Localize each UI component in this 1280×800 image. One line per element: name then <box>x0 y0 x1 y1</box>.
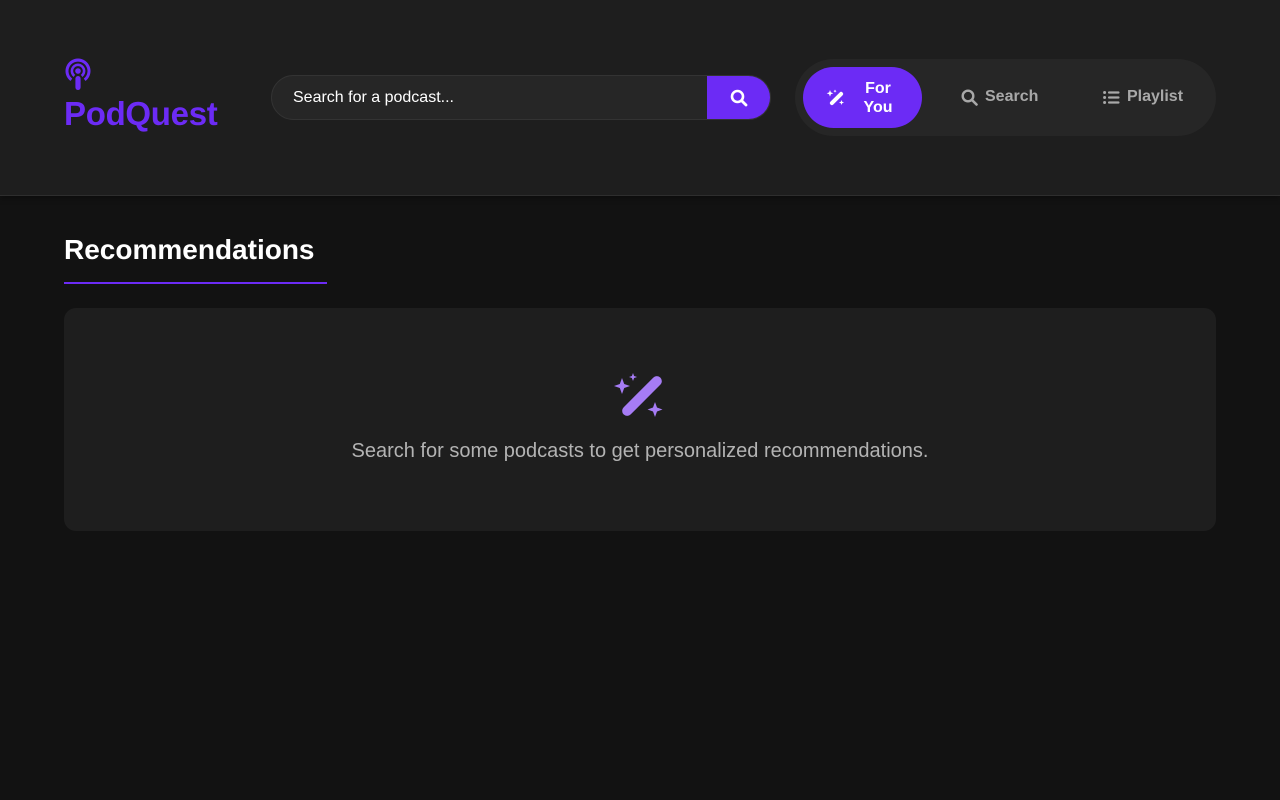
app-logo[interactable]: PodQuest <box>64 57 234 137</box>
search-input[interactable] <box>272 76 708 119</box>
tab-playlist[interactable]: Playlist <box>1101 67 1197 128</box>
search-icon <box>961 89 978 106</box>
search-button[interactable] <box>707 76 770 119</box>
search-icon <box>730 89 748 106</box>
list-icon <box>1103 90 1120 105</box>
section-title-underline <box>64 282 327 284</box>
empty-state-card: Search for some podcasts to get personal… <box>64 308 1216 531</box>
search-bar <box>271 75 771 120</box>
magic-wand-sparkles-icon <box>614 373 663 417</box>
empty-state-message: Search for some podcasts to get personal… <box>351 440 929 462</box>
main-nav: For You Search Playlist <box>795 59 1216 136</box>
tab-search[interactable]: Search <box>958 67 1048 128</box>
tab-for-you-label: For You <box>863 79 893 116</box>
app-name: PodQuest <box>64 95 218 132</box>
podcast-icon <box>65 58 91 90</box>
tab-search-label: Search <box>985 87 1039 105</box>
app-header: PodQuest For You <box>0 0 1280 196</box>
magic-wand-icon <box>826 89 846 107</box>
tab-for-you[interactable]: For You <box>803 67 922 128</box>
tab-playlist-label: Playlist <box>1127 87 1184 105</box>
section-title: Recommendations <box>64 234 315 265</box>
